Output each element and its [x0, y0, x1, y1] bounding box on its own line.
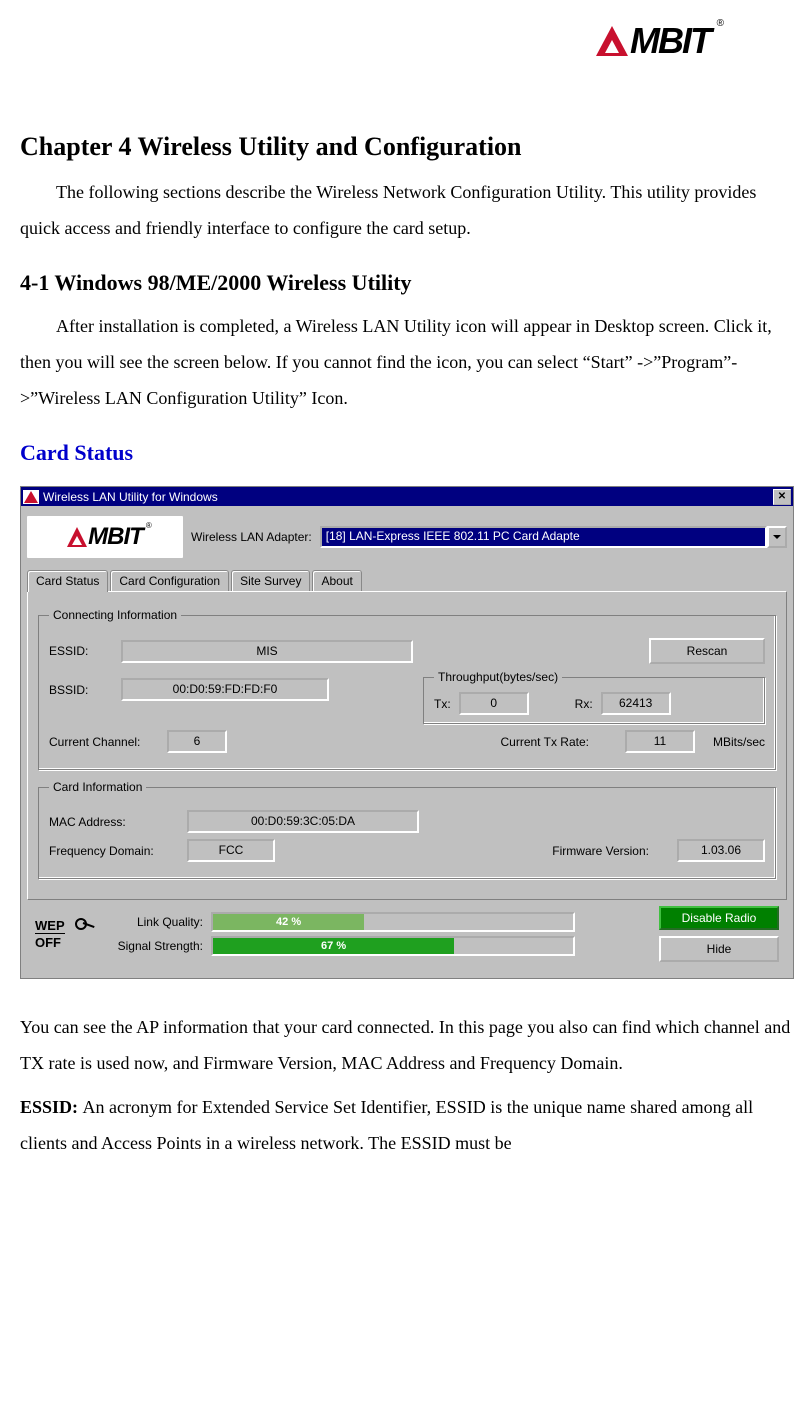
connecting-info-legend: Connecting Information — [49, 608, 181, 622]
chapter-title: Chapter 4 Wireless Utility and Configura… — [20, 132, 800, 162]
tab-panel: Connecting Information ESSID: MIS Rescan… — [27, 591, 787, 900]
link-quality-bar: 42 % — [211, 912, 575, 932]
freq-label: Frequency Domain: — [49, 844, 179, 858]
tab-site-survey[interactable]: Site Survey — [231, 570, 310, 591]
window-logo: MBIT ® — [27, 516, 183, 558]
logo-a-icon — [67, 527, 87, 547]
signal-strength-text: 67 % — [321, 940, 346, 952]
close-icon[interactable]: ✕ — [773, 489, 791, 505]
logo-text: MBIT — [630, 20, 710, 62]
tab-card-status[interactable]: Card Status — [27, 570, 108, 592]
fw-label: Firmware Version: — [552, 844, 649, 858]
rx-value: 62413 — [601, 692, 671, 715]
adapter-value: [18] LAN-Express IEEE 802.11 PC Card Ada… — [320, 526, 767, 548]
logo-a-icon — [596, 26, 628, 56]
meters-column: Link Quality: 42 % Signal Strength: 67 % — [93, 908, 649, 960]
fw-value: 1.03.06 — [677, 839, 765, 862]
logo-reg: ® — [717, 18, 722, 29]
tx-label: Tx: — [434, 697, 451, 711]
adapter-label: Wireless LAN Adapter: — [191, 530, 312, 544]
essid-paragraph: ESSID: An acronym for Extended Service S… — [20, 1089, 800, 1161]
link-quality-fill: 42 % — [213, 914, 364, 930]
mac-label: MAC Address: — [49, 815, 179, 829]
essid-def: An acronym for Extended Service Set Iden… — [20, 1097, 753, 1153]
card-info-legend: Card Information — [49, 780, 146, 794]
after-screenshot-text: You can see the AP information that your… — [20, 1009, 800, 1081]
freq-value: FCC — [187, 839, 275, 862]
wep-state: OFF — [35, 935, 83, 950]
key-icon — [75, 918, 89, 932]
logo-reg-small: ® — [146, 521, 151, 530]
section-4-1-title: 4-1 Windows 98/ME/2000 Wireless Utility — [20, 270, 800, 296]
chevron-down-icon[interactable] — [767, 526, 787, 548]
channel-label: Current Channel: — [49, 735, 159, 749]
tx-value: 0 — [459, 692, 529, 715]
link-quality-label: Link Quality: — [93, 915, 203, 929]
throughput-legend: Throughput(bytes/sec) — [434, 670, 562, 684]
section-4-1-body: After installation is completed, a Wirel… — [20, 308, 800, 416]
window-title: Wireless LAN Utility for Windows — [43, 490, 773, 504]
header-logo: MBIT ® — [20, 20, 800, 62]
txrate-value: 11 — [625, 730, 695, 753]
tab-about[interactable]: About — [312, 570, 361, 591]
bottom-bar: WEP OFF Link Quality: 42 % — [27, 900, 787, 972]
tab-card-configuration[interactable]: Card Configuration — [110, 570, 229, 591]
tab-strip: Card Status Card Configuration Site Surv… — [27, 570, 787, 591]
intro-text: The following sections describe the Wire… — [20, 174, 800, 246]
titlebar: Wireless LAN Utility for Windows ✕ — [21, 487, 793, 506]
bssid-value: 00:D0:59:FD:FD:F0 — [121, 678, 329, 701]
txrate-unit: MBits/sec — [713, 735, 765, 749]
titlebar-app-icon — [23, 490, 39, 504]
card-status-heading: Card Status — [20, 440, 800, 466]
card-info-group: Card Information MAC Address: 00:D0:59:3… — [38, 780, 776, 879]
essid-value: MIS — [121, 640, 413, 663]
essid-label: ESSID: — [49, 644, 113, 658]
adapter-combobox[interactable]: [18] LAN-Express IEEE 802.11 PC Card Ada… — [320, 526, 787, 548]
ambit-logo: MBIT ® — [596, 20, 710, 62]
mac-value: 00:D0:59:3C:05:DA — [187, 810, 419, 833]
txrate-label: Current Tx Rate: — [501, 735, 589, 749]
channel-value: 6 — [167, 730, 227, 753]
signal-strength-label: Signal Strength: — [93, 939, 203, 953]
signal-strength-bar: 67 % — [211, 936, 575, 956]
rescan-button[interactable]: Rescan — [649, 638, 765, 664]
throughput-group: Throughput(bytes/sec) Tx: 0 Rx: 62413 — [423, 670, 765, 724]
utility-window: Wireless LAN Utility for Windows ✕ MBIT … — [20, 486, 794, 979]
hide-button[interactable]: Hide — [659, 936, 779, 962]
disable-radio-button[interactable]: Disable Radio — [659, 906, 779, 930]
link-quality-text: 42 % — [276, 916, 301, 928]
essid-bold: ESSID: — [20, 1097, 83, 1117]
bssid-label: BSSID: — [49, 683, 113, 697]
wep-indicator: WEP OFF — [35, 918, 83, 950]
connecting-info-group: Connecting Information ESSID: MIS Rescan… — [38, 608, 776, 770]
logo-text-small: MBIT — [88, 523, 143, 551]
wep-label: WEP — [35, 918, 65, 934]
signal-strength-fill: 67 % — [213, 938, 454, 954]
rx-label: Rx: — [575, 697, 593, 711]
